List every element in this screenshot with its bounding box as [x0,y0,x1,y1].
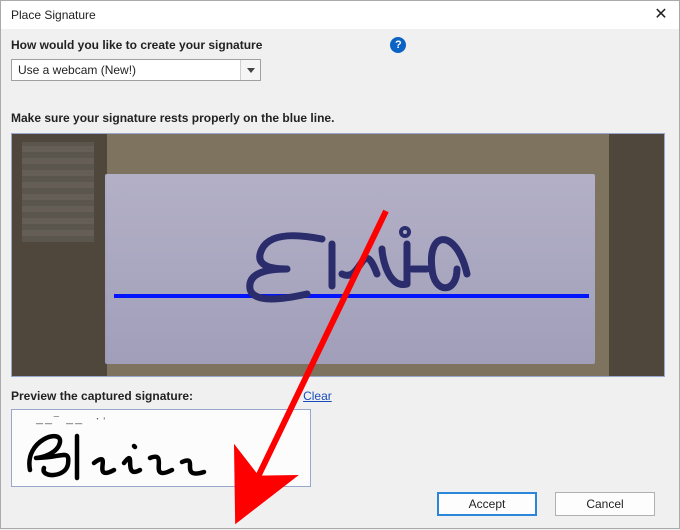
dialog-content: How would you like to create your signat… [1,29,679,487]
preview-signature-glyph [22,428,247,483]
dialog-buttons: Accept Cancel [437,492,655,516]
webcam-preview [11,133,665,377]
chevron-down-icon [247,68,255,73]
preview-label: Preview the captured signature: [11,389,193,403]
creation-method-dropdown[interactable]: Use a webcam (New!) [11,59,261,81]
instruction-text: Make sure your signature rests properly … [11,111,669,125]
cancel-button[interactable]: Cancel [555,492,655,516]
place-signature-dialog: Place Signature ✕ How would you like to … [0,0,680,529]
webcam-signature-glyph [222,214,522,309]
titlebar: Place Signature ✕ [1,1,679,29]
dropdown-button[interactable] [240,60,260,80]
create-prompt: How would you like to create your signat… [11,38,262,52]
prompt-row: How would you like to create your signat… [11,37,669,53]
accept-button[interactable]: Accept [437,492,537,516]
captured-signature-preview: ‒‒‾ ‒‒ ˙ˈ [11,409,311,487]
dropdown-selected-value: Use a webcam (New!) [12,60,240,80]
close-icon[interactable]: ✕ [651,7,671,23]
preview-label-row: Preview the captured signature: Clear [11,389,669,403]
help-icon[interactable]: ? [390,37,406,53]
clear-link[interactable]: Clear [303,389,332,403]
webcam-dark-right [609,134,664,376]
background-object [22,142,94,242]
window-title: Place Signature [11,8,96,22]
